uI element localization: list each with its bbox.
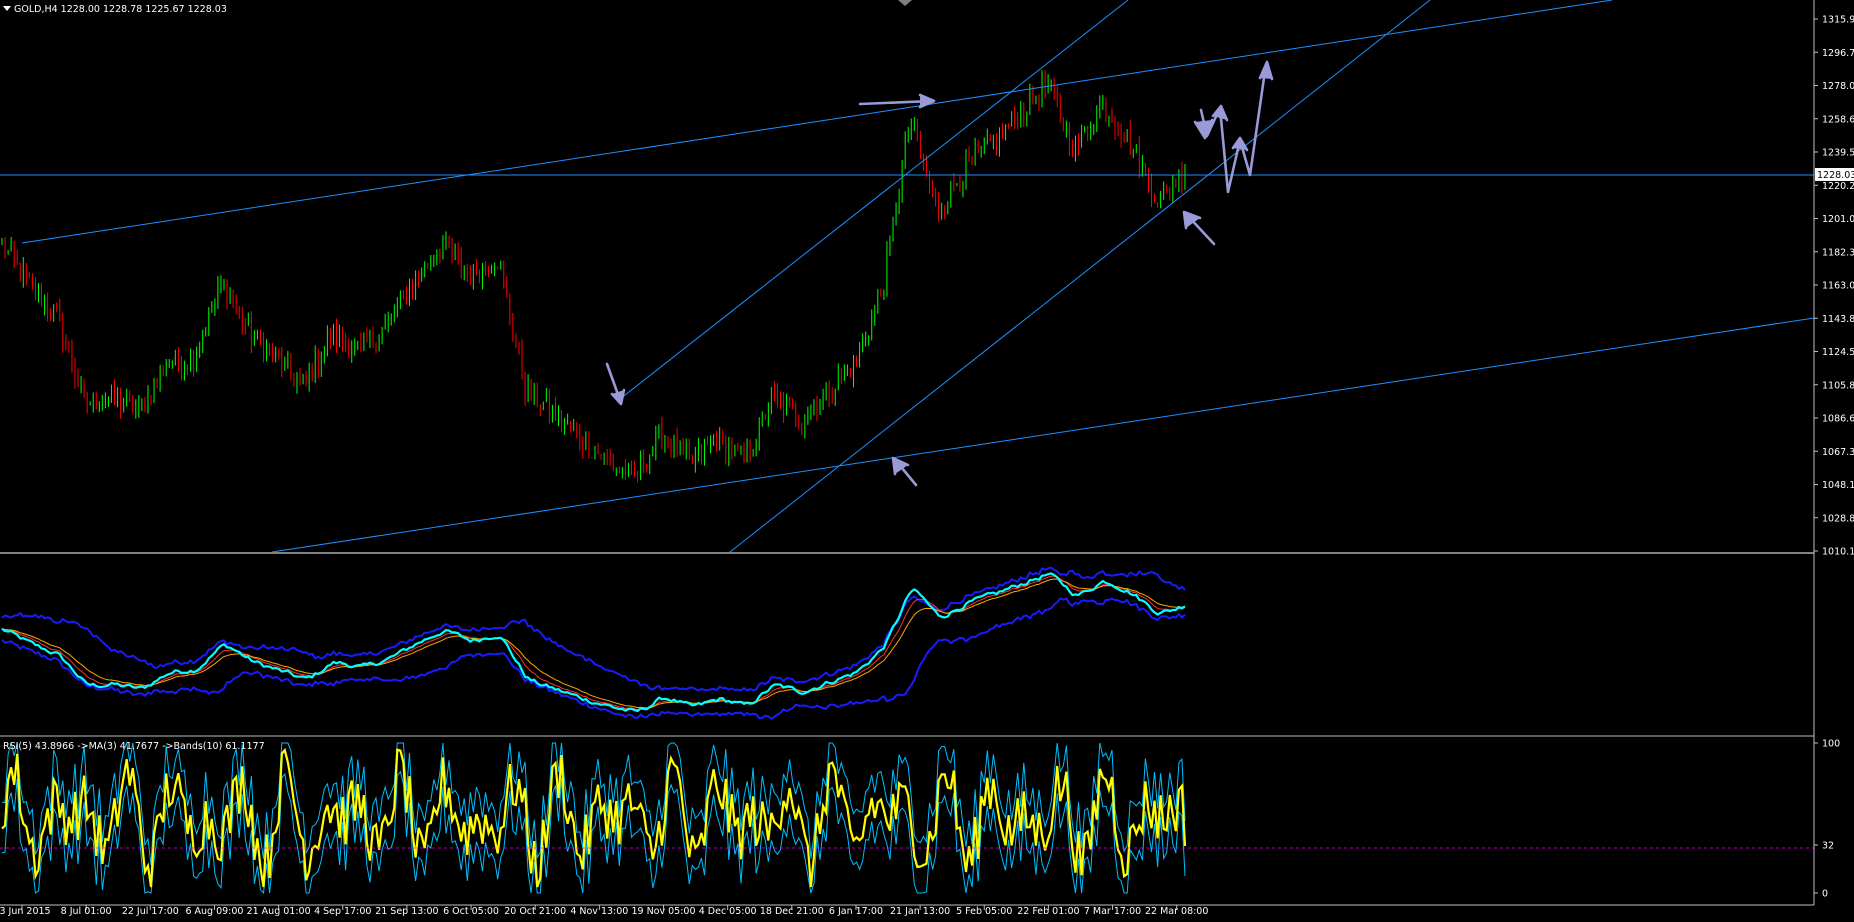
rsi-tick-label: 0 <box>1822 889 1828 900</box>
price-tick-label: 1048.10 <box>1822 480 1854 491</box>
time-tick-label: 22 Jul 17:00 <box>122 906 179 917</box>
trading-chart[interactable]: GOLD,H4 1228.00 1228.78 1225.67 1228.03 … <box>0 0 1854 922</box>
price-tick-label: 1258.65 <box>1822 114 1854 125</box>
price-tick-label: 1201.00 <box>1822 214 1854 225</box>
time-tick-label: 4 Nov 13:00 <box>570 906 628 917</box>
price-tick-label: 1086.60 <box>1822 414 1854 425</box>
rsi-legend: RSI(5) 43.8966 ->MA(3) 41.7677 ->Bands(1… <box>3 741 265 752</box>
symbol-info-text: GOLD,H4 1228.00 1228.78 1225.67 1228.03 <box>14 4 227 15</box>
time-tick-label: 6 Jan 17:00 <box>829 906 883 917</box>
price-tick-label: 1239.50 <box>1822 148 1854 159</box>
price-tick-label: 1278.00 <box>1822 81 1854 92</box>
time-tick-label: 22 Mar 08:00 <box>1145 906 1208 917</box>
time-tick-label: 18 Dec 21:00 <box>760 906 824 917</box>
time-axis-ticks: 23 Jun 2015 8 Jul 01:00 22 Jul 17:00 6 Aug … <box>0 905 1208 917</box>
time-tick-label: 21 Jan 13:00 <box>890 906 950 917</box>
price-tick-label: 1028.85 <box>1822 513 1854 524</box>
current-price-label: 1228.03 <box>1817 170 1854 181</box>
time-tick-label: 19 Nov 05:00 <box>631 906 695 917</box>
indicator-panel[interactable] <box>1 566 1186 720</box>
price-tick-label: 1143.80 <box>1822 314 1854 325</box>
price-panel[interactable]: GOLD,H4 1228.00 1228.78 1225.67 1228.03 <box>0 0 1815 553</box>
time-tick-label: 23 Jun 2015 <box>0 906 51 917</box>
time-tick-label: 6 Aug 09:00 <box>185 906 243 917</box>
time-tick-label: 8 Jul 01:00 <box>61 906 112 917</box>
time-tick-label: 6 Oct 05:00 <box>443 906 499 917</box>
price-tick-label: 1067.35 <box>1822 447 1854 458</box>
price-tick-label: 1182.30 <box>1822 247 1854 258</box>
price-panel-background <box>0 0 1814 552</box>
rsi-tick-label: 32 <box>1822 841 1834 852</box>
price-tick-label: 1315.95 <box>1822 15 1854 26</box>
time-tick-label: 20 Oct 21:00 <box>504 906 566 917</box>
time-tick-label: 21 Sep 13:00 <box>375 906 438 917</box>
rsi-line <box>1 747 1187 888</box>
price-tick-label: 1010.15 <box>1822 547 1854 558</box>
time-tick-label: 5 Feb 05:00 <box>956 906 1012 917</box>
indicator-bands-lines <box>1 566 1186 720</box>
price-tick-label: 1220.25 <box>1822 181 1854 192</box>
price-tick-label: 1105.80 <box>1822 380 1854 391</box>
rsi-tick-label: 100 <box>1822 739 1840 750</box>
rsi-panel[interactable]: RSI(5) 43.8966 ->MA(3) 41.7677 ->Bands(1… <box>0 741 1814 895</box>
price-tick-label: 1124.55 <box>1822 347 1854 358</box>
time-tick-label: 7 Mar 17:00 <box>1084 906 1141 917</box>
time-axis[interactable]: 23 Jun 2015 8 Jul 01:00 22 Jul 17:00 6 Aug … <box>0 904 1814 917</box>
time-tick-label: 21 Aug 01:00 <box>247 906 311 917</box>
time-tick-label: 4 Dec 05:00 <box>699 906 757 917</box>
time-tick-label: 4 Sep 17:00 <box>314 906 371 917</box>
time-tick-label: 22 Feb 01:00 <box>1017 906 1079 917</box>
price-tick-label: 1163.05 <box>1822 281 1854 292</box>
price-tick-label: 1296.70 <box>1822 48 1854 59</box>
price-axis-ticks: 1315.95 1296.70 1278.00 1258.65 1239.50 1220.… <box>1814 15 1854 558</box>
price-axis[interactable]: 1315.95 1296.70 1278.00 1258.65 1239.50 1220.… <box>1813 0 1854 905</box>
chart-header[interactable]: GOLD,H4 1228.00 1228.78 1225.67 1228.03 <box>3 4 227 15</box>
rsi-axis-ticks: 100 32 0 <box>1814 739 1840 900</box>
